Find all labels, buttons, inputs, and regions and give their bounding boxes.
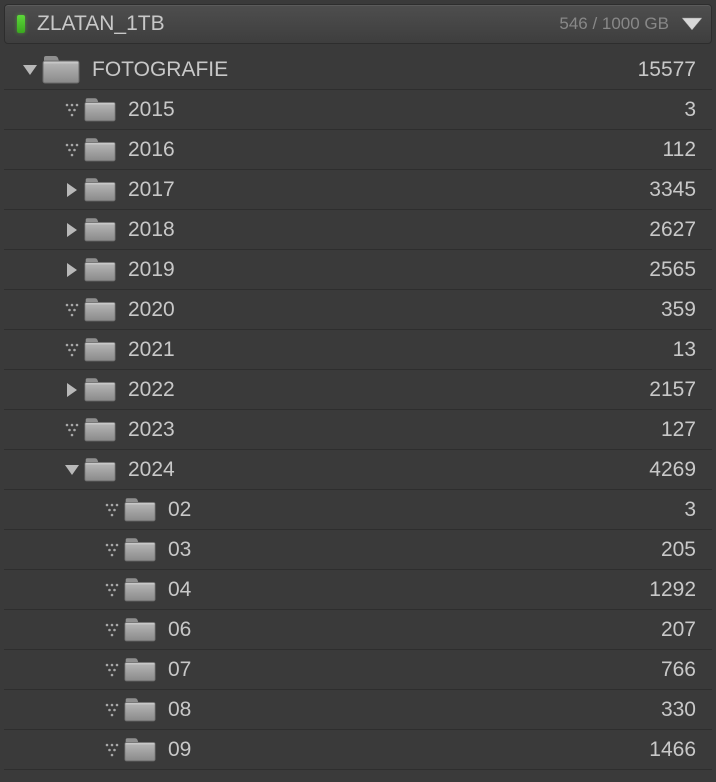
folder-row[interactable]: 06207 xyxy=(4,610,712,650)
drive-header[interactable]: ZLATAN_1TB 546 / 1000 GB xyxy=(4,4,712,44)
folder-name: 2016 xyxy=(128,138,663,162)
folder-row[interactable]: 2020359 xyxy=(4,290,712,330)
disclosure-right-icon[interactable] xyxy=(60,182,84,198)
dots-icon xyxy=(100,702,124,718)
collapse-arrow-icon[interactable] xyxy=(681,17,703,31)
photo-count: 2157 xyxy=(649,378,696,402)
folder-name: 09 xyxy=(168,738,649,762)
folder-icon xyxy=(84,218,116,242)
folders-panel: ZLATAN_1TB 546 / 1000 GB FOTOGRAFIE15577 xyxy=(4,4,712,770)
folder-name: 04 xyxy=(168,578,649,602)
dots-icon xyxy=(100,502,124,518)
photo-count: 1466 xyxy=(649,738,696,762)
photo-count: 3 xyxy=(684,498,696,522)
folder-name: 03 xyxy=(168,538,661,562)
photo-count: 1292 xyxy=(649,578,696,602)
folder-row[interactable]: 20244269 xyxy=(4,450,712,490)
drive-status-indicator xyxy=(17,15,25,33)
folder-icon xyxy=(84,458,116,482)
photo-count: 13 xyxy=(673,338,696,362)
photo-count: 3345 xyxy=(649,178,696,202)
folder-row[interactable]: 202113 xyxy=(4,330,712,370)
photo-count: 112 xyxy=(663,138,696,162)
folder-icon xyxy=(124,498,156,522)
folder-icon xyxy=(84,338,116,362)
folder-icon xyxy=(124,578,156,602)
dots-icon xyxy=(100,742,124,758)
folder-row[interactable]: 20192565 xyxy=(4,250,712,290)
folder-icon xyxy=(124,738,156,762)
dots-icon xyxy=(60,102,84,118)
folder-row[interactable]: 07766 xyxy=(4,650,712,690)
photo-count: 359 xyxy=(661,298,696,322)
folder-name: 08 xyxy=(168,698,661,722)
dots-icon xyxy=(60,422,84,438)
photo-count: 3 xyxy=(684,98,696,122)
folder-icon xyxy=(84,258,116,282)
folder-name: 2021 xyxy=(128,338,673,362)
folder-name: 07 xyxy=(168,658,661,682)
folder-name: 2020 xyxy=(128,298,661,322)
photo-count: 205 xyxy=(661,538,696,562)
folder-name: 06 xyxy=(168,618,661,642)
disclosure-right-icon[interactable] xyxy=(60,382,84,398)
folder-icon xyxy=(124,538,156,562)
folder-name: 02 xyxy=(168,498,684,522)
folder-row[interactable]: 2016112 xyxy=(4,130,712,170)
folder-icon xyxy=(124,698,156,722)
folder-tree: FOTOGRAFIE15577 20153 2016112 xyxy=(4,48,712,770)
folder-row[interactable]: 041292 xyxy=(4,570,712,610)
folder-icon xyxy=(124,618,156,642)
folder-name: 2015 xyxy=(128,98,684,122)
folder-icon xyxy=(84,178,116,202)
folder-icon xyxy=(42,56,80,84)
dots-icon xyxy=(60,142,84,158)
folder-row[interactable]: 03205 xyxy=(4,530,712,570)
drive-usage: 546 / 1000 GB xyxy=(559,14,669,34)
dots-icon xyxy=(100,662,124,678)
disclosure-right-icon[interactable] xyxy=(60,222,84,238)
folder-name: 2019 xyxy=(128,258,649,282)
photo-count: 4269 xyxy=(649,458,696,482)
photo-count: 2565 xyxy=(649,258,696,282)
folder-row[interactable]: 20153 xyxy=(4,90,712,130)
folder-icon xyxy=(84,378,116,402)
photo-count: 207 xyxy=(661,618,696,642)
photo-count: 2627 xyxy=(649,218,696,242)
folder-name: 2022 xyxy=(128,378,649,402)
folder-name: 2023 xyxy=(128,418,661,442)
folder-row[interactable]: 20222157 xyxy=(4,370,712,410)
dots-icon xyxy=(100,622,124,638)
folder-row[interactable]: 20173345 xyxy=(4,170,712,210)
dots-icon xyxy=(60,342,84,358)
folder-row[interactable]: 091466 xyxy=(4,730,712,770)
folder-icon xyxy=(84,418,116,442)
disclosure-down-icon[interactable] xyxy=(18,64,42,76)
dots-icon xyxy=(100,582,124,598)
folder-icon xyxy=(84,98,116,122)
folder-icon xyxy=(84,138,116,162)
folder-icon xyxy=(84,298,116,322)
folder-row[interactable]: FOTOGRAFIE15577 xyxy=(4,50,712,90)
folder-icon xyxy=(124,658,156,682)
photo-count: 127 xyxy=(661,418,696,442)
dots-icon xyxy=(100,542,124,558)
folder-name: 2017 xyxy=(128,178,649,202)
folder-name: FOTOGRAFIE xyxy=(92,58,638,82)
photo-count: 15577 xyxy=(638,58,696,82)
drive-name: ZLATAN_1TB xyxy=(37,12,559,36)
folder-row[interactable]: 08330 xyxy=(4,690,712,730)
folder-name: 2018 xyxy=(128,218,649,242)
dots-icon xyxy=(60,302,84,318)
folder-row[interactable]: 20182627 xyxy=(4,210,712,250)
photo-count: 330 xyxy=(661,698,696,722)
disclosure-right-icon[interactable] xyxy=(60,262,84,278)
folder-name: 2024 xyxy=(128,458,649,482)
folder-row[interactable]: 023 xyxy=(4,490,712,530)
disclosure-down-icon[interactable] xyxy=(60,464,84,476)
photo-count: 766 xyxy=(661,658,696,682)
folder-row[interactable]: 2023127 xyxy=(4,410,712,450)
